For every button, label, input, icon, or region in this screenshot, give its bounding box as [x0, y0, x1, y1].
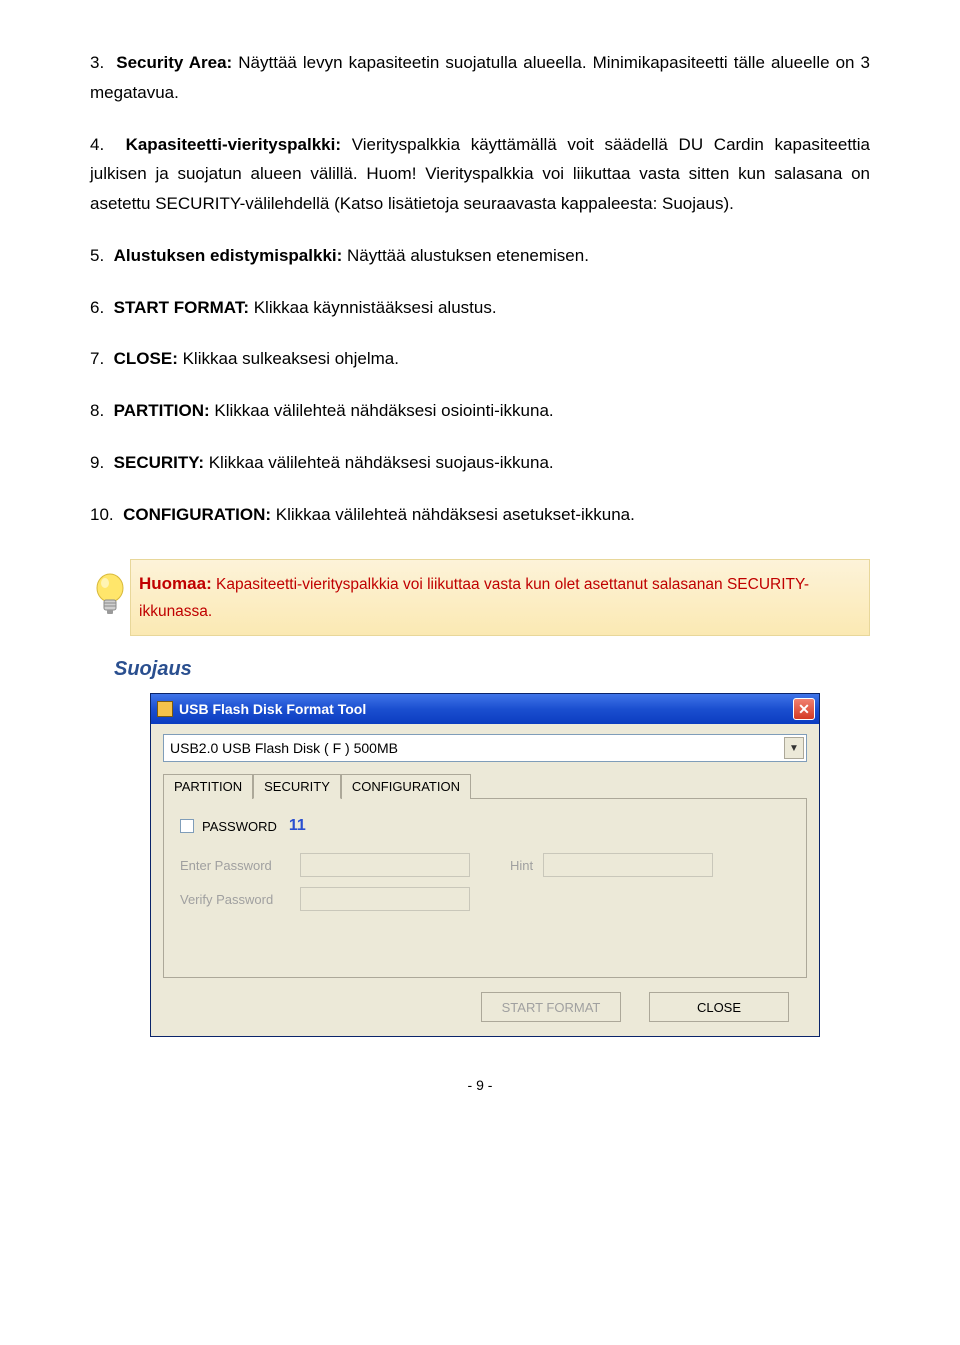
item-rest: Klikkaa käynnistääksesi alustus. — [249, 298, 497, 317]
item-bold: Kapasiteetti-vierityspalkki: — [126, 135, 341, 154]
combo-value: USB2.0 USB Flash Disk ( F ) 500MB — [170, 740, 398, 756]
item-number: 10. — [90, 505, 114, 524]
section-heading-suojaus: Suojaus — [114, 658, 870, 681]
item-rest: Klikkaa välilehteä nähdäksesi asetukset-… — [271, 505, 635, 524]
note-body: Kapasiteetti-vierityspalkkia voi liikutt… — [139, 576, 809, 620]
app-icon — [157, 701, 173, 717]
hint-label: Hint — [510, 858, 533, 873]
item-rest: Klikkaa välilehteä nähdäksesi suojaus-ik… — [204, 453, 554, 472]
tab-configuration[interactable]: CONFIGURATION — [341, 774, 471, 799]
item-number: 6. — [90, 298, 104, 317]
item-number: 8. — [90, 401, 104, 420]
verify-password-input[interactable] — [300, 887, 470, 911]
item-bold: SECURITY: — [114, 453, 204, 472]
list-item: 7. CLOSE: Klikkaa sulkeaksesi ohjelma. — [90, 344, 870, 374]
verify-password-label: Verify Password — [180, 892, 290, 907]
hint-input[interactable] — [543, 853, 713, 877]
item-rest: Klikkaa sulkeaksesi ohjelma. — [178, 349, 399, 368]
item-bold: PARTITION: — [114, 401, 210, 420]
close-icon: ✕ — [798, 701, 810, 718]
list-item: 5. Alustuksen edistymispalkki: Näyttää a… — [90, 241, 870, 271]
item-number: 5. — [90, 246, 104, 265]
window-close-button[interactable]: ✕ — [793, 698, 815, 720]
start-format-button[interactable]: START FORMAT — [481, 992, 621, 1022]
window-titlebar[interactable]: USB Flash Disk Format Tool ✕ — [151, 694, 819, 724]
chevron-down-icon[interactable]: ▼ — [784, 737, 804, 759]
device-combobox[interactable]: USB2.0 USB Flash Disk ( F ) 500MB ▼ — [163, 734, 807, 762]
lightbulb-icon — [81, 572, 139, 620]
list-item: 8. PARTITION: Klikkaa välilehteä nähdäks… — [90, 396, 870, 426]
list-item: 10. CONFIGURATION: Klikkaa välilehteä nä… — [90, 500, 870, 530]
enter-password-input[interactable] — [300, 853, 470, 877]
item-rest: Klikkaa välilehteä nähdäksesi osiointi-i… — [210, 401, 554, 420]
item-bold: CLOSE: — [114, 349, 178, 368]
list-item: 6. START FORMAT: Klikkaa käynnistääksesi… — [90, 293, 870, 323]
format-tool-window: USB Flash Disk Format Tool ✕ USB2.0 USB … — [150, 693, 820, 1037]
window-title: USB Flash Disk Format Tool — [179, 701, 793, 717]
item-rest: Näyttää alustuksen etenemisen. — [342, 246, 589, 265]
item-bold: Security Area: — [116, 53, 232, 72]
list-item: 3. Security Area: Näyttää levyn kapasite… — [90, 48, 870, 108]
enter-password-label: Enter Password — [180, 858, 290, 873]
item-number: 3. — [90, 53, 104, 72]
list-item: 9. SECURITY: Klikkaa välilehteä nähdäkse… — [90, 448, 870, 478]
note-box: Huomaa: Kapasiteetti-vierityspalkkia voi… — [130, 559, 870, 636]
password-badge: 11 — [289, 817, 306, 835]
note-lead: Huomaa: — [139, 574, 212, 593]
tab-strip: PARTITION SECURITY CONFIGURATION — [163, 774, 807, 799]
tab-security[interactable]: SECURITY — [253, 774, 341, 799]
item-number: 7. — [90, 349, 104, 368]
item-bold: CONFIGURATION: — [123, 505, 271, 524]
close-button[interactable]: CLOSE — [649, 992, 789, 1022]
password-checkbox[interactable] — [180, 819, 194, 833]
password-label: PASSWORD — [202, 819, 277, 834]
tab-partition[interactable]: PARTITION — [163, 774, 253, 799]
item-bold: START FORMAT: — [114, 298, 249, 317]
item-number: 4. — [90, 135, 104, 154]
item-bold: Alustuksen edistymispalkki: — [114, 246, 343, 265]
note-text: Huomaa: Kapasiteetti-vierityspalkkia voi… — [139, 570, 855, 625]
item-number: 9. — [90, 453, 104, 472]
list-item: 4. Kapasiteetti-vierityspalkki: Vieritys… — [90, 130, 870, 219]
page-number: - 9 - — [90, 1077, 870, 1093]
tab-panel-security: PASSWORD 11 Enter Password Hint Verify P… — [163, 798, 807, 978]
